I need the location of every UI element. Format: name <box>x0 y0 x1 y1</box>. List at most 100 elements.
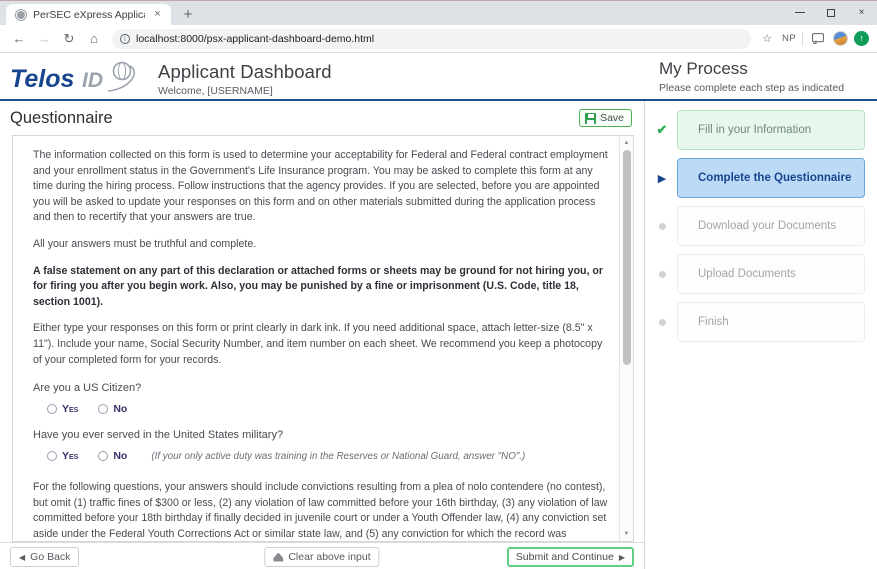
step-label: Fill in your Information <box>698 124 812 136</box>
questionnaire-panel: Questionnaire Save The information colle… <box>0 101 645 569</box>
clear-input-button[interactable]: Clear above input <box>264 547 380 567</box>
close-icon[interactable]: × <box>151 8 164 21</box>
radio-label-yes: Yes <box>62 403 79 416</box>
dot-icon <box>655 223 669 230</box>
url-text: localhost:8000/psx-applicant-dashboard-d… <box>136 32 375 45</box>
page-content: Telos ID Applicant Dashboard Welcome, [U… <box>0 53 877 569</box>
welcome-text: Welcome, [USERNAME] <box>158 84 273 97</box>
minimize-icon[interactable] <box>784 0 815 25</box>
scroll-down-icon[interactable]: ▼ <box>620 527 633 541</box>
save-button[interactable]: Save <box>579 109 632 127</box>
vertical-scrollbar[interactable]: ▲ ▼ <box>619 136 633 541</box>
radio-option-no[interactable]: No <box>98 403 127 415</box>
back-icon[interactable]: ← <box>8 28 30 50</box>
toolbar-right-group: ☆ NP ↑ <box>758 30 869 48</box>
eraser-icon <box>273 552 284 562</box>
scrollbar-thumb[interactable] <box>623 150 631 365</box>
body-area: Questionnaire Save The information colle… <box>0 101 877 569</box>
maximize-icon[interactable] <box>815 0 846 25</box>
go-back-button[interactable]: ◀ Go Back <box>10 547 80 567</box>
bookmark-star-icon[interactable]: ☆ <box>758 30 776 48</box>
process-step-finish[interactable]: Finish <box>655 302 865 342</box>
browser-toolbar: ← → ↻ ⌂ i localhost:8000/psx-applicant-d… <box>0 25 877 53</box>
check-icon: ✔ <box>656 122 668 137</box>
tab-title: PerSEC eXpress Applicant Dashb <box>33 8 145 21</box>
radio-label-no: No <box>113 403 128 416</box>
app-header-right: My Process Please complete each step as … <box>645 56 877 99</box>
questionnaire-content: The information collected on this form i… <box>13 136 633 541</box>
radio-option-yes[interactable]: Yes <box>47 450 78 462</box>
process-step-upload-documents[interactable]: Upload Documents <box>655 254 865 294</box>
question-label: Have you ever served in the United State… <box>33 429 284 442</box>
step-label: Upload Documents <box>698 268 796 280</box>
window-controls: × <box>784 0 877 25</box>
toolbar-divider <box>802 31 803 46</box>
svg-text:ID: ID <box>82 69 103 92</box>
site-info-icon[interactable]: i <box>120 33 130 44</box>
paragraph-truthful: All your answers must be truthful and co… <box>33 237 257 250</box>
scroll-up-icon[interactable]: ▲ <box>620 136 633 150</box>
forward-icon[interactable]: → <box>33 28 55 50</box>
radio-group: Yes No <box>33 403 611 415</box>
step-label-box[interactable]: Finish <box>677 302 865 342</box>
question-military-service: Have you ever served in the United State… <box>33 429 611 462</box>
app-header: Telos ID Applicant Dashboard Welcome, [U… <box>0 53 877 99</box>
process-step-download-documents[interactable]: Download your Documents <box>655 206 865 246</box>
process-step-complete-questionnaire[interactable]: ▶ Complete the Questionnaire <box>655 158 865 198</box>
cast-icon[interactable] <box>809 30 827 48</box>
questionnaire-header: Questionnaire Save <box>0 101 644 135</box>
radio-option-no[interactable]: No <box>98 450 127 462</box>
questionnaire-footer: ◀ Go Back Clear above input Submit and C… <box>0 542 644 569</box>
step-label-box[interactable]: Complete the Questionnaire <box>677 158 865 198</box>
address-bar[interactable]: i localhost:8000/psx-applicant-dashboard… <box>112 28 751 49</box>
process-title: My Process <box>659 59 748 78</box>
chevron-right-icon: ▶ <box>618 552 625 562</box>
browser-window: PerSEC eXpress Applicant Dashb × + × ← →… <box>0 0 877 569</box>
radio-label-yes: Yes <box>62 450 79 463</box>
step-label: Complete the Questionnaire <box>698 172 852 184</box>
step-label: Download your Documents <box>698 220 837 232</box>
dot-icon <box>655 271 669 278</box>
submit-and-continue-button[interactable]: Submit and Continue ▶ <box>506 547 634 567</box>
browser-titlebar: PerSEC eXpress Applicant Dashb × + × <box>0 0 877 25</box>
questionnaire-title: Questionnaire <box>10 108 113 127</box>
step-label-box[interactable]: Upload Documents <box>677 254 865 294</box>
dot-icon <box>655 319 669 326</box>
home-icon[interactable]: ⌂ <box>83 28 105 50</box>
floppy-disk-icon <box>585 112 597 124</box>
browser-tab[interactable]: PerSEC eXpress Applicant Dashb × <box>6 4 171 25</box>
process-step-fill-information[interactable]: ✔ Fill in your Information <box>655 110 865 150</box>
page-title: Applicant Dashboard <box>158 60 332 82</box>
avatar[interactable] <box>833 31 848 46</box>
chevron-left-icon: ◀ <box>19 552 26 562</box>
profile-initials-label[interactable]: NP <box>782 33 796 44</box>
new-tab-button[interactable]: + <box>175 4 201 25</box>
globe-icon <box>15 8 27 21</box>
submit-label: Submit and Continue <box>515 551 614 563</box>
radio-button-icon[interactable] <box>47 451 57 462</box>
update-icon[interactable]: ↑ <box>854 31 869 46</box>
paragraph-false-statement: A false statement on any part of this de… <box>33 264 603 308</box>
play-arrow-icon: ▶ <box>657 172 667 185</box>
window-close-icon[interactable]: × <box>846 0 877 25</box>
tab-strip: PerSEC eXpress Applicant Dashb × + <box>0 1 784 25</box>
step-label-box[interactable]: Download your Documents <box>677 206 865 246</box>
radio-label-no: No <box>113 450 128 463</box>
telos-id-logo: Telos ID <box>10 61 136 93</box>
radio-button-icon[interactable] <box>98 404 109 415</box>
radio-group: Yes No (If your only active duty was tra… <box>33 450 611 462</box>
paragraph-convictions: For the following questions, your answer… <box>33 481 608 540</box>
svg-text:Telos: Telos <box>10 65 74 93</box>
question-hint: (If your only active duty was training i… <box>151 450 526 462</box>
app-title-block: Applicant Dashboard Welcome, [USERNAME] <box>158 59 332 97</box>
reload-icon[interactable]: ↻ <box>58 28 80 50</box>
radio-button-icon[interactable] <box>47 404 57 415</box>
go-back-label: Go Back <box>30 551 71 563</box>
radio-button-icon[interactable] <box>98 451 109 462</box>
step-label: Finish <box>698 316 729 328</box>
radio-option-yes[interactable]: Yes <box>47 403 78 415</box>
questionnaire-scroll-area[interactable]: The information collected on this form i… <box>12 135 634 542</box>
step-label-box[interactable]: Fill in your Information <box>677 110 865 150</box>
process-subtitle: Please complete each step as indicated <box>659 82 845 94</box>
question-label: Are you a US Citizen? <box>33 382 142 395</box>
